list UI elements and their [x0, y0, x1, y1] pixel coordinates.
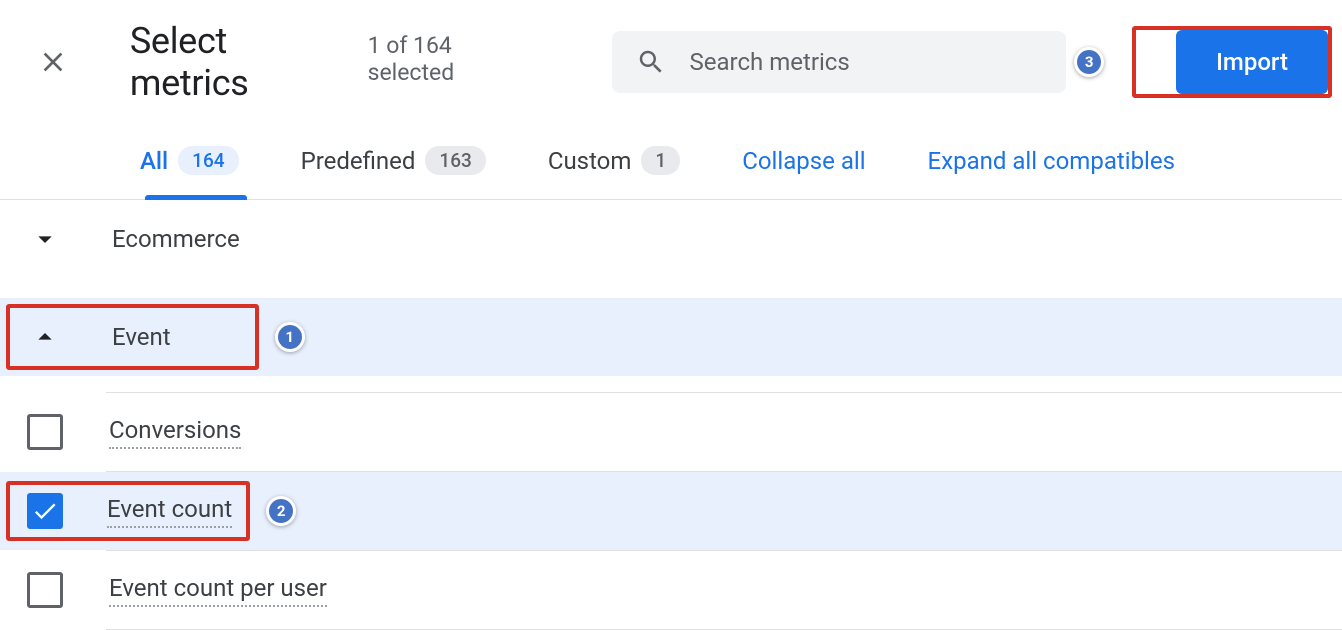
- chevron-up-icon: [24, 316, 66, 358]
- category-ecommerce-label: Ecommerce: [112, 225, 240, 253]
- page-title: Select metrics: [130, 20, 354, 104]
- category-ecommerce[interactable]: Ecommerce: [0, 200, 1342, 278]
- header: Select metrics 1 of 164 selected 3 Impor…: [0, 0, 1342, 124]
- step-2-badge: 2: [266, 496, 296, 526]
- metric-conversions-label: Conversions: [109, 416, 241, 449]
- close-button[interactable]: [28, 37, 78, 87]
- search-input[interactable]: [690, 48, 1043, 76]
- collapse-all-button[interactable]: Collapse all: [742, 147, 865, 199]
- metric-event-count-label: Event count: [107, 495, 232, 528]
- expand-all-button[interactable]: Expand all compatibles: [928, 147, 1175, 199]
- metric-event-count[interactable]: Event count 2: [0, 472, 1342, 550]
- tab-all-label: All: [140, 147, 168, 175]
- metrics-list: Ecommerce Event 1 Conversions Event coun…: [0, 200, 1342, 630]
- chevron-down-icon: [24, 218, 66, 260]
- check-icon: [31, 497, 59, 525]
- tab-custom-label: Custom: [548, 147, 632, 175]
- metric-event-count-per-user-label: Event count per user: [109, 574, 327, 607]
- tab-all-count: 164: [178, 146, 238, 175]
- close-icon: [37, 46, 69, 78]
- event-count-per-user-checkbox[interactable]: [27, 572, 63, 608]
- title-wrap: Select metrics 1 of 164 selected: [130, 20, 544, 104]
- import-highlight-box: Import: [1132, 26, 1332, 98]
- conversions-checkbox[interactable]: [27, 414, 63, 450]
- tab-predefined-label: Predefined: [301, 147, 416, 175]
- tab-predefined-count: 163: [425, 146, 485, 175]
- selection-count: 1 of 164 selected: [368, 32, 544, 86]
- metric-event-count-per-user[interactable]: Event count per user: [0, 551, 1342, 629]
- tab-custom[interactable]: Custom 1: [548, 146, 680, 199]
- event-count-highlight-box: Event count: [6, 481, 250, 541]
- tab-custom-count: 1: [641, 146, 680, 175]
- category-event-label: Event: [112, 323, 171, 351]
- tab-all[interactable]: All 164: [140, 146, 239, 199]
- tabs-bar: All 164 Predefined 163 Custom 1 Collapse…: [0, 124, 1342, 200]
- category-event[interactable]: Event 1: [0, 298, 1342, 376]
- tab-predefined[interactable]: Predefined 163: [301, 146, 486, 199]
- metric-conversions[interactable]: Conversions: [0, 393, 1342, 471]
- event-highlight-box: Event: [6, 304, 259, 370]
- search-field[interactable]: [612, 31, 1067, 93]
- event-count-checkbox[interactable]: [27, 493, 63, 529]
- import-button[interactable]: Import: [1176, 30, 1328, 94]
- search-icon: [636, 47, 666, 77]
- step-1-badge: 1: [275, 322, 305, 352]
- step-3-badge: 3: [1074, 47, 1104, 77]
